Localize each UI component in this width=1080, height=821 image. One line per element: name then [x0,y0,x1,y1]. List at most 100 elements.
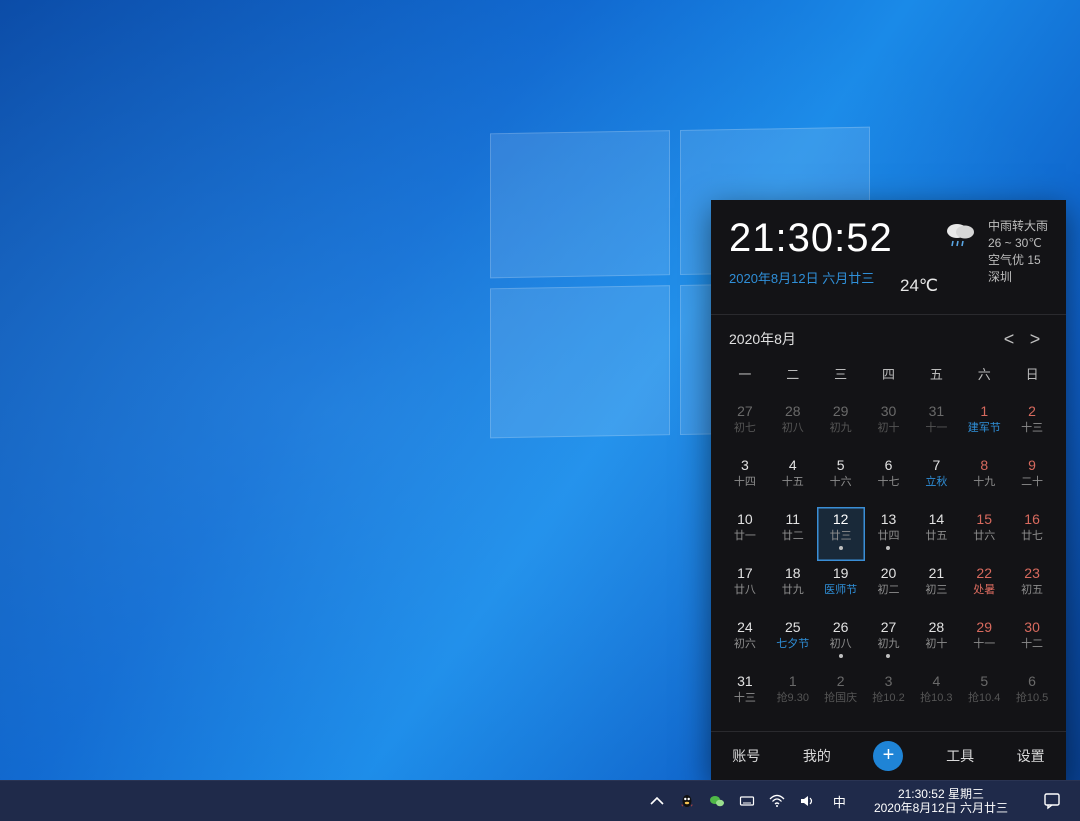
calendar-day[interactable]: 1抢9.30 [769,669,817,723]
nav-tools[interactable]: 工具 [946,746,974,766]
calendar-day[interactable]: 30初十 [865,399,913,453]
calendar-day[interactable]: 11廿二 [769,507,817,561]
day-sublabel: 十三 [1021,421,1043,435]
day-sublabel: 医师节 [824,583,857,597]
day-number: 23 [1024,565,1040,581]
nav-add-button[interactable]: + [873,741,903,771]
tray-qq-icon[interactable] [679,793,695,809]
calendar-day[interactable]: 13廿四 [865,507,913,561]
day-sublabel: 初八 [830,637,852,651]
weather-rain-icon [942,220,978,248]
day-number: 28 [929,619,945,635]
calendar-day[interactable]: 23 初五 [1008,561,1056,615]
calendar-day[interactable]: 5 十六 [817,453,865,507]
day-number: 2 [837,673,845,689]
calendar-day[interactable]: 6抢10.5 [1008,669,1056,723]
calendar-day[interactable]: 9二十 [1008,453,1056,507]
day-sublabel: 初十 [877,421,899,435]
taskbar-clock-line1: 21:30:52 星期三 [874,787,1008,801]
calendar-next-button[interactable]: > [1022,329,1048,350]
calendar-day[interactable]: 7立秋 [912,453,960,507]
calendar-day[interactable]: 22处暑 [960,561,1008,615]
weather-city: 深圳 [988,269,1048,286]
calendar-day[interactable]: 1建军节 [960,399,1008,453]
day-sublabel: 初九 [830,421,852,435]
action-center-button[interactable] [1032,781,1072,821]
day-event-dot [839,654,843,658]
calendar-day[interactable]: 10廿一 [721,507,769,561]
calendar-day[interactable]: 28 初十 [912,615,960,669]
calendar-day[interactable]: 14廿五 [912,507,960,561]
day-sublabel: 初十 [925,637,947,651]
weather-range: 26 ~ 30℃ [988,235,1048,252]
weather-block[interactable]: 24℃ 中雨转大雨 26 ~ 30℃ 空气优 15 深圳 [942,218,1048,296]
day-number: 30 [1024,619,1040,635]
calendar-day[interactable]: 17廿八 [721,561,769,615]
calendar-day[interactable]: 21初三 [912,561,960,615]
calendar-day[interactable]: 20初二 [865,561,913,615]
day-sublabel: 初八 [782,421,804,435]
calendar-dow: 一 [721,358,769,391]
tray-ime-indicator[interactable]: 中 [829,792,850,811]
day-number: 6 [1028,673,1036,689]
day-sublabel: 十六 [830,475,852,489]
calendar-day[interactable]: 3抢10.2 [865,669,913,723]
calendar-day[interactable]: 26初八 [817,615,865,669]
calendar-day[interactable]: 12廿三 [817,507,865,561]
calendar-day[interactable]: 4抢10.3 [912,669,960,723]
day-number: 20 [881,565,897,581]
taskbar-clock[interactable]: 21:30:52 星期三 2020年8月12日 六月廿三 [864,787,1018,815]
calendar-day[interactable]: 4十五 [769,453,817,507]
calendar-day[interactable]: 3十四 [721,453,769,507]
calendar-day[interactable]: 29初九 [817,399,865,453]
day-sublabel: 初三 [925,583,947,597]
calendar-day[interactable]: 24初六 [721,615,769,669]
day-number: 16 [1024,511,1040,527]
calendar-day[interactable]: 30 十二 [1008,615,1056,669]
calendar-day[interactable]: 16 廿七 [1008,507,1056,561]
calendar-day[interactable]: 19 医师节 [817,561,865,615]
nav-account[interactable]: 账号 [732,746,760,766]
calendar-dow: 日 [1008,358,1056,391]
calendar-month-title[interactable]: 2020年8月 [729,329,996,349]
day-number: 1 [980,403,988,419]
calendar-prev-button[interactable]: < [996,329,1022,350]
calendar-day[interactable]: 28初八 [769,399,817,453]
calendar-day[interactable]: 6十七 [865,453,913,507]
day-number: 5 [837,457,845,473]
calendar-day[interactable]: 31十三 [721,669,769,723]
tray-volume-icon[interactable] [799,793,815,809]
day-number: 3 [885,673,893,689]
calendar-dow-row: 一二三四五六日 [711,358,1066,399]
day-event-dot [886,546,890,550]
calendar-day[interactable]: 27初九 [865,615,913,669]
calendar-day[interactable]: 18廿九 [769,561,817,615]
tray-wifi-icon[interactable] [769,793,785,809]
calendar-day[interactable]: 5抢10.4 [960,669,1008,723]
nav-settings[interactable]: 设置 [1017,746,1045,766]
day-sublabel: 廿七 [1021,529,1043,543]
day-sublabel: 十一 [925,421,947,435]
day-sublabel: 初七 [734,421,756,435]
calendar-day[interactable]: 31十一 [912,399,960,453]
day-number: 9 [1028,457,1036,473]
day-sublabel: 初五 [1021,583,1043,597]
tray-wechat-icon[interactable] [709,793,725,809]
calendar-day[interactable]: 25七夕节 [769,615,817,669]
calendar-day[interactable]: 2十三 [1008,399,1056,453]
calendar-days-grid: 27初七28初八29初九30初十31十一1建军节2十三3十四4十五5十六6十七7… [711,399,1066,731]
day-sublabel: 十七 [877,475,899,489]
tray-overflow-icon[interactable] [649,793,665,809]
system-tray: 中 21:30:52 星期三 2020年8月12日 六月廿三 [641,781,1080,821]
day-sublabel: 初九 [877,637,899,651]
calendar-day[interactable]: 29十一 [960,615,1008,669]
day-number: 19 [833,565,849,581]
calendar-day[interactable]: 15廿六 [960,507,1008,561]
nav-mine[interactable]: 我的 [803,746,831,766]
calendar-day[interactable]: 2抢国庆 [817,669,865,723]
day-sublabel: 十四 [734,475,756,489]
calendar-day[interactable]: 27初七 [721,399,769,453]
tray-touchkeyboard-icon[interactable] [739,793,755,809]
calendar-day[interactable]: 8十九 [960,453,1008,507]
day-sublabel: 十二 [1021,637,1043,651]
